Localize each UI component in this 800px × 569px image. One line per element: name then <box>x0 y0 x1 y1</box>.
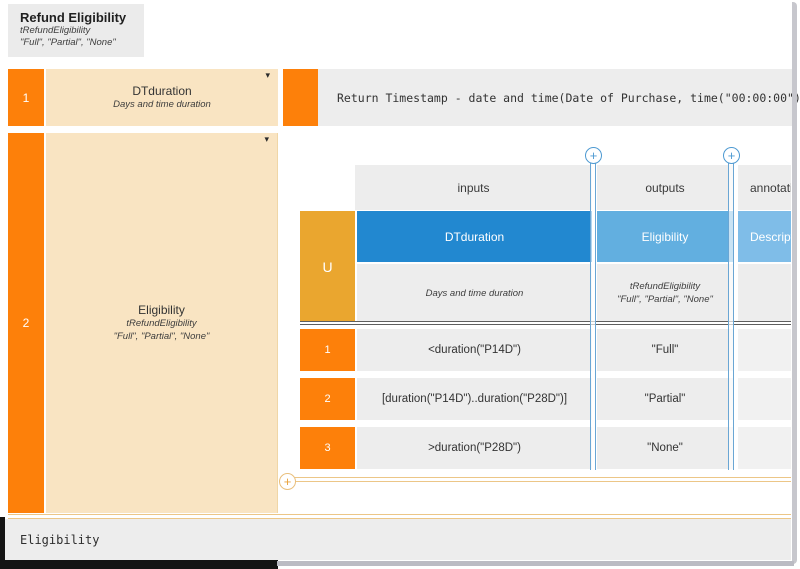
context-result-expression: Eligibility <box>5 533 99 547</box>
rule-2-output[interactable]: "Partial" <box>597 378 733 420</box>
chevron-down-icon[interactable]: ▾ <box>265 70 270 81</box>
context-entry-2-name: Eligibility <box>138 303 185 317</box>
output-column-header[interactable]: Eligibility <box>597 211 733 262</box>
group-header-annotations: annotations <box>738 165 791 210</box>
literal-expression-cell[interactable]: Return Timestamp - date and time(Date of… <box>318 69 793 126</box>
context-entry-2-type-ref: tRefundEligibility <box>126 317 196 330</box>
header-body-separator <box>300 321 791 325</box>
context-result-cell[interactable]: Eligibility <box>5 519 791 560</box>
group-header-outputs: outputs <box>597 165 733 210</box>
rule-3-output[interactable]: "None" <box>597 427 733 469</box>
hit-policy-cell[interactable]: U <box>300 211 355 322</box>
chevron-down-icon[interactable]: ▾ <box>264 134 269 145</box>
rule-1-output[interactable]: "Full" <box>597 329 733 371</box>
context-entry-1-marker <box>283 69 318 126</box>
row-insert-guide <box>295 477 791 482</box>
rule-1-input[interactable]: <duration("P14D") <box>357 329 592 371</box>
context-entry-2-allowed-values: "Full", "Partial", "None" <box>114 330 210 343</box>
column-insert-guide <box>590 163 596 470</box>
dmn-boxed-expression-editor: Refund Eligibility tRefundEligibility "F… <box>0 0 800 569</box>
rule-1-number[interactable]: 1 <box>300 329 355 371</box>
context-entry-2-name-cell[interactable]: ▾ Eligibility tRefundEligibility "Full",… <box>46 133 278 513</box>
decision-name: Refund Eligibility <box>20 10 136 25</box>
input-column-header[interactable]: DTduration <box>357 211 592 262</box>
add-rule-icon[interactable]: + <box>279 473 296 490</box>
annotation-column-header[interactable]: Description <box>738 211 791 262</box>
rule-3-number[interactable]: 3 <box>300 427 355 469</box>
literal-expression-text: Return Timestamp - date and time(Date of… <box>318 91 800 105</box>
rule-2-number[interactable]: 2 <box>300 378 355 420</box>
column-insert-guide <box>728 163 734 470</box>
decision-type-ref: tRefundEligibility <box>20 25 136 37</box>
decision-allowed-values: "Full", "Partial", "None" <box>20 37 136 49</box>
input-column-type: Days and time duration <box>357 264 592 322</box>
context-entry-1-number[interactable]: 1 <box>8 69 44 126</box>
context-entry-2-number[interactable]: 2 <box>8 133 44 513</box>
context-entry-1-name-cell[interactable]: ▾ DTduration Days and time duration <box>46 69 278 126</box>
output-column-type: tRefundEligibility "Full", "Partial", "N… <box>597 264 733 322</box>
window-border-bottom <box>277 561 794 566</box>
decision-header[interactable]: Refund Eligibility tRefundEligibility "F… <box>8 4 144 57</box>
context-entry-1-type: Days and time duration <box>113 98 211 111</box>
add-column-icon[interactable]: + <box>585 147 602 164</box>
add-column-icon[interactable]: + <box>723 147 740 164</box>
window-edge-bottom <box>0 560 278 569</box>
group-header-inputs: inputs <box>355 165 592 210</box>
window-border-right <box>792 2 797 564</box>
rule-3-annotation[interactable] <box>738 427 791 469</box>
annotation-column-type <box>738 264 791 322</box>
rule-1-annotation[interactable] <box>738 329 791 371</box>
output-allowed-values: "Full", "Partial", "None" <box>617 293 713 306</box>
rule-2-input[interactable]: [duration("P14D")..duration("P28D")] <box>357 378 592 420</box>
rule-3-input[interactable]: >duration("P28D") <box>357 427 592 469</box>
rule-2-annotation[interactable] <box>738 378 791 420</box>
context-entry-1-name: DTduration <box>132 84 191 98</box>
output-type-ref: tRefundEligibility <box>630 280 700 293</box>
